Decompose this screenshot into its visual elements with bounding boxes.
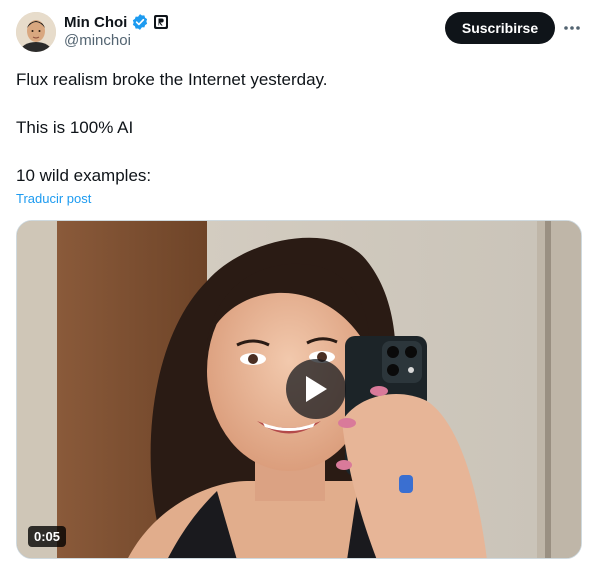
translate-post-link[interactable]: Traducir post bbox=[16, 191, 91, 206]
post-line: Flux realism broke the Internet yesterda… bbox=[16, 70, 328, 89]
play-icon bbox=[306, 376, 327, 402]
author-display-name[interactable]: Min Choi bbox=[64, 14, 127, 31]
video-player[interactable]: 0:05 bbox=[16, 220, 582, 559]
post-text: Flux realism broke the Internet yesterda… bbox=[16, 68, 576, 188]
subscribe-button[interactable]: Suscribirse bbox=[445, 12, 555, 44]
verified-badge-icon bbox=[131, 13, 149, 31]
more-options-icon[interactable] bbox=[561, 18, 583, 38]
author-name-row: Min Choi bbox=[64, 12, 169, 32]
avatar[interactable] bbox=[16, 12, 56, 52]
play-button[interactable] bbox=[286, 359, 346, 419]
post-line: 10 wild examples: bbox=[16, 166, 152, 185]
affiliate-badge-icon bbox=[153, 14, 169, 30]
post-line: This is 100% AI bbox=[16, 118, 134, 137]
author-handle[interactable]: @minchoi bbox=[64, 32, 131, 49]
video-duration: 0:05 bbox=[28, 526, 67, 547]
avatar-photo-icon bbox=[16, 12, 56, 52]
